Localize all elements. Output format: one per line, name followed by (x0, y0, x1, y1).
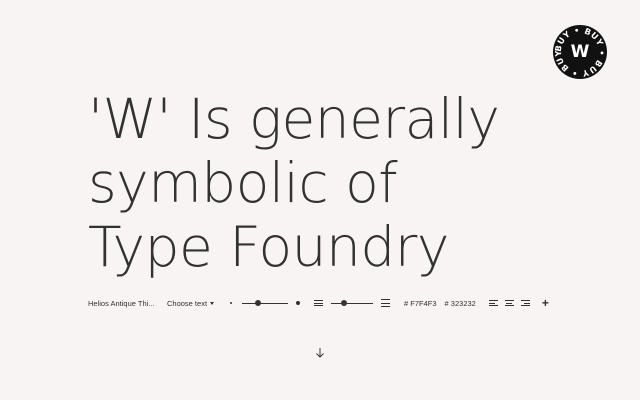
type-tester-toolbar: Helios Antique Thi... Choose text # F7F4… (88, 295, 558, 311)
headline-line-3: Type Foundry (88, 215, 449, 279)
add-tester-button[interactable]: + (542, 297, 549, 309)
line-height-slider-knob[interactable] (340, 300, 347, 306)
size-small-icon (230, 302, 233, 304)
buy-badge[interactable]: BUY • BUY • BUY • BUY • W (553, 25, 607, 79)
line-height-slider-track (331, 302, 374, 304)
specimen-headline[interactable]: 'W' Is generally symbolic of Type Foundr… (88, 87, 628, 279)
line-height-loose-icon (381, 299, 391, 307)
font-size-slider[interactable] (242, 299, 289, 307)
text-color-value[interactable]: # 323232 (445, 299, 476, 308)
size-slider-knob[interactable] (255, 300, 262, 306)
align-right-icon[interactable] (520, 300, 530, 306)
headline-line-2: symbolic of (88, 151, 398, 215)
headline-line-1: 'W' Is generally (88, 87, 500, 151)
font-name-selector[interactable]: Helios Antique Thi... (88, 299, 158, 308)
arrow-down-icon[interactable] (314, 347, 326, 359)
badge-letter: W (570, 42, 590, 62)
align-left-icon[interactable] (488, 300, 498, 306)
size-slider-track (242, 302, 289, 304)
size-large-icon (296, 301, 301, 305)
caret-down-icon (210, 301, 215, 305)
choose-text-dropdown[interactable]: Choose text (167, 298, 215, 308)
background-color-value[interactable]: # F7F4F3 (404, 299, 437, 308)
choose-text-label: Choose text (167, 298, 208, 308)
line-height-slider[interactable] (331, 299, 374, 307)
align-center-icon[interactable] (504, 300, 514, 306)
line-height-tight-icon (314, 300, 324, 306)
